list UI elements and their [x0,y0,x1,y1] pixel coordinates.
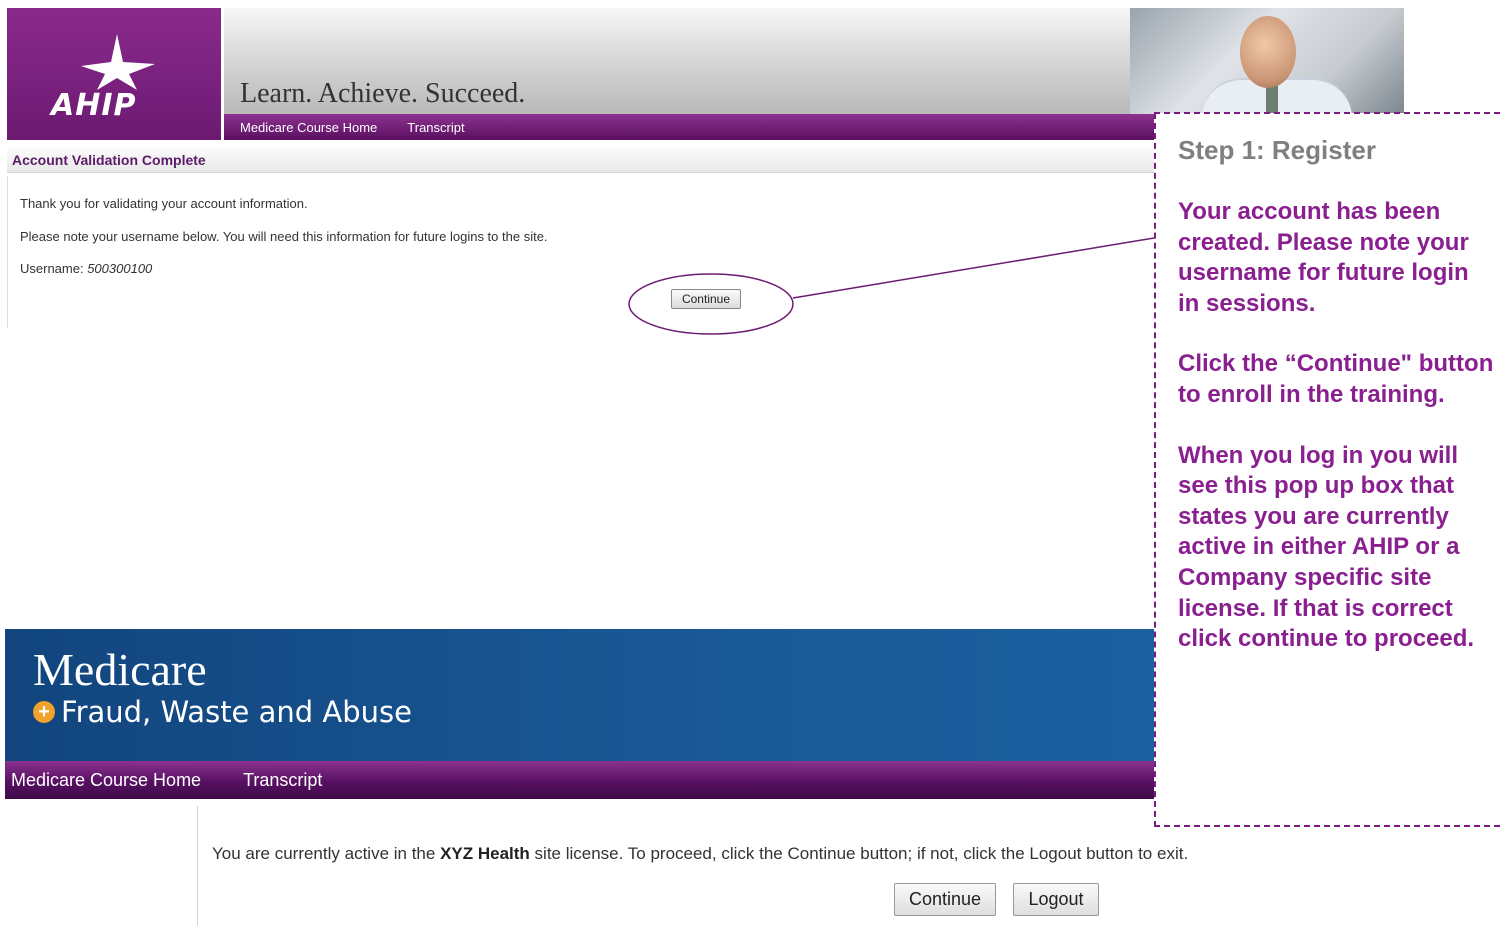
annotation-overlay [628,112,1502,827]
highlight-ellipse [628,273,794,335]
pointer-line [792,237,1155,299]
